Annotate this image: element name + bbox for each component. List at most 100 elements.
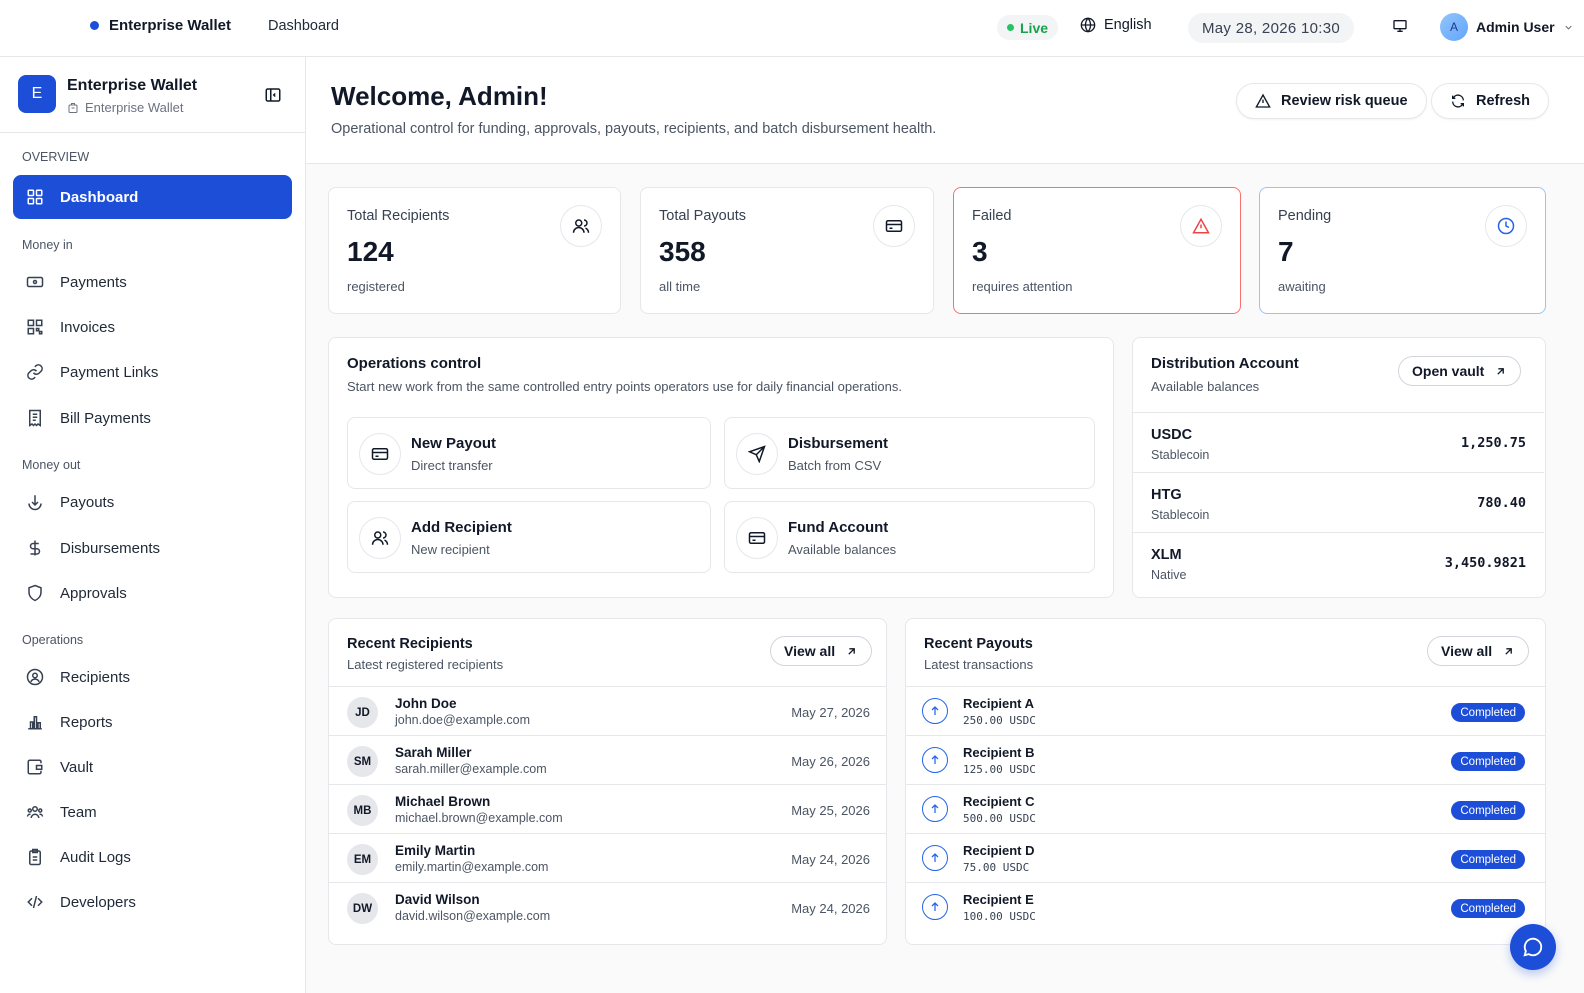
stat-label: Total Payouts <box>659 208 747 224</box>
view-all-payouts-button[interactable]: View all <box>1427 636 1530 666</box>
send-icon <box>736 433 778 475</box>
bar-chart-icon <box>28 716 42 730</box>
table-row[interactable]: JD John Doe john.doe@example.com May 27,… <box>329 686 886 735</box>
recent-payouts-title: Recent Payouts <box>924 636 1033 652</box>
fund-account-button[interactable]: Fund Account Available balances <box>724 501 1095 573</box>
view-all-recipients-button[interactable]: View all <box>770 636 873 666</box>
sidebar-item-label: Disbursements <box>60 539 161 557</box>
monitor-icon[interactable] <box>1392 18 1408 34</box>
sidebar-item-label: Invoices <box>60 318 116 336</box>
topbar-brand[interactable]: Enterprise Wallet <box>90 17 231 34</box>
asset-code: USDC <box>1151 427 1193 443</box>
table-row[interactable]: Recipient E 100.00 USDC Completed <box>906 882 1545 931</box>
action-title: Fund Account <box>788 519 889 536</box>
sidebar-item-payment-links[interactable]: Payment Links <box>13 350 292 394</box>
stat-label: Failed <box>972 208 1012 224</box>
table-row[interactable]: DW David Wilson david.wilson@example.com… <box>329 882 886 931</box>
recipient-name: David Wilson <box>395 892 480 907</box>
sidebar-item-recipients[interactable]: Recipients <box>13 655 292 699</box>
recent-payouts-subtitle: Latest transactions <box>924 657 1034 672</box>
sidebar-item-developers[interactable]: Developers <box>13 880 292 924</box>
breadcrumb[interactable]: Dashboard <box>268 18 339 34</box>
recipient-date: May 24, 2026 <box>791 852 870 867</box>
open-vault-button[interactable]: Open vault <box>1398 356 1522 386</box>
sidebar-item-audit-logs[interactable]: Audit Logs <box>13 835 292 879</box>
sidebar-item-label: Vault <box>60 758 94 776</box>
building-icon <box>68 102 78 113</box>
view-all-label: View all <box>784 643 836 659</box>
open-vault-label: Open vault <box>1412 363 1485 379</box>
sidebar-item-label: Recipients <box>60 668 131 686</box>
workspace-logo[interactable]: E <box>18 75 56 113</box>
section-money-out: Money out <box>22 458 81 472</box>
sidebar-item-approvals[interactable]: Approvals <box>13 571 292 615</box>
sidebar-item-invoices[interactable]: Invoices <box>13 305 292 349</box>
stat-sub: requires attention <box>972 279 1073 294</box>
sidebar-item-team[interactable]: Team <box>13 790 292 834</box>
sidebar-item-label: Reports <box>60 713 113 731</box>
action-sub: Batch from CSV <box>788 458 882 473</box>
asset-amount: 780.40 <box>1477 495 1526 511</box>
asset-kind: Stablecoin <box>1151 448 1210 462</box>
sidebar-item-label: Payouts <box>60 493 115 511</box>
stat-card-total-payouts[interactable]: Total Payouts 358 all time <box>640 187 934 314</box>
avatar: JD <box>347 697 378 728</box>
chat-support-button[interactable] <box>1510 924 1556 970</box>
workspace-title: Enterprise Wallet <box>67 77 198 94</box>
workspace-subtitle-label: Enterprise Wallet <box>85 100 184 115</box>
table-row[interactable]: Recipient D 75.00 USDC Completed <box>906 833 1545 882</box>
asset-amount: 3,450.9821 <box>1444 555 1526 571</box>
disbursement-button[interactable]: Disbursement Batch from CSV <box>724 417 1095 489</box>
recipient-email: sarah.miller@example.com <box>395 762 547 776</box>
card-icon <box>359 433 401 475</box>
review-risk-queue-button[interactable]: Review risk queue <box>1236 83 1427 119</box>
sidebar-item-vault[interactable]: Vault <box>13 745 292 789</box>
table-row[interactable]: Recipient C 500.00 USDC Completed <box>906 784 1545 833</box>
sidebar-item-payments[interactable]: Payments <box>13 260 292 304</box>
table-row[interactable]: MB Michael Brown michael.brown@example.c… <box>329 784 886 833</box>
language-selector[interactable]: English <box>1080 17 1152 33</box>
action-sub: New recipient <box>411 542 490 557</box>
table-row[interactable]: Recipient B 125.00 USDC Completed <box>906 735 1545 784</box>
status-badge: Completed <box>1451 703 1525 722</box>
stat-card-failed[interactable]: Failed 3 requires attention <box>953 187 1241 314</box>
recipient-date: May 26, 2026 <box>791 754 870 769</box>
sidebar-item-bill-payments[interactable]: Bill Payments <box>13 396 292 440</box>
stat-card-pending[interactable]: Pending 7 awaiting <box>1259 187 1546 314</box>
download-circle-icon <box>28 495 42 511</box>
balance-row[interactable]: HTG Stablecoin 780.40 <box>1133 472 1544 532</box>
payout-recipient: Recipient B <box>963 745 1035 760</box>
asset-amount: 1,250.75 <box>1460 435 1526 451</box>
chat-bubble-icon <box>1523 937 1543 957</box>
asset-kind: Native <box>1151 568 1187 582</box>
page-header: Welcome, Admin! Operational control for … <box>306 57 1584 164</box>
clipboard-icon <box>29 848 41 866</box>
recipient-name: John Doe <box>395 696 457 711</box>
sidebar-item-disbursements[interactable]: Disbursements <box>13 526 292 570</box>
status-badge: Completed <box>1451 752 1525 771</box>
table-row[interactable]: EM Emily Martin emily.martin@example.com… <box>329 833 886 882</box>
arrow-up-icon <box>922 894 948 920</box>
balance-row[interactable]: USDC Stablecoin 1,250.75 <box>1133 412 1544 472</box>
sidebar-item-label: Dashboard <box>60 188 139 206</box>
sidebar-item-dashboard[interactable]: Dashboard <box>13 175 292 219</box>
stat-card-total-recipients[interactable]: Total Recipients 124 registered <box>328 187 621 314</box>
table-row[interactable]: SM Sarah Miller sarah.miller@example.com… <box>329 735 886 784</box>
team-icon <box>26 806 44 819</box>
sidebar-item-reports[interactable]: Reports <box>13 700 292 744</box>
add-recipient-button[interactable]: Add Recipient New recipient <box>347 501 711 573</box>
sidebar-toggle-icon[interactable] <box>264 86 282 104</box>
sidebar-item-label: Bill Payments <box>60 409 151 427</box>
payout-recipient: Recipient C <box>963 794 1035 809</box>
sidebar-item-label: Payments <box>60 273 127 291</box>
balance-row[interactable]: XLM Native 3,450.9821 <box>1133 532 1544 592</box>
avatar: MB <box>347 795 378 826</box>
refresh-button[interactable]: Refresh <box>1431 83 1549 119</box>
sidebar-item-payouts[interactable]: Payouts <box>13 480 292 524</box>
recipient-email: michael.brown@example.com <box>395 811 563 825</box>
new-payout-button[interactable]: New Payout Direct transfer <box>347 417 711 489</box>
chevron-down-icon <box>1564 25 1572 30</box>
user-menu[interactable]: A Admin User <box>1440 13 1574 41</box>
wallet-icon <box>27 759 43 775</box>
table-row[interactable]: Recipient A 250.00 USDC Completed <box>906 686 1545 735</box>
